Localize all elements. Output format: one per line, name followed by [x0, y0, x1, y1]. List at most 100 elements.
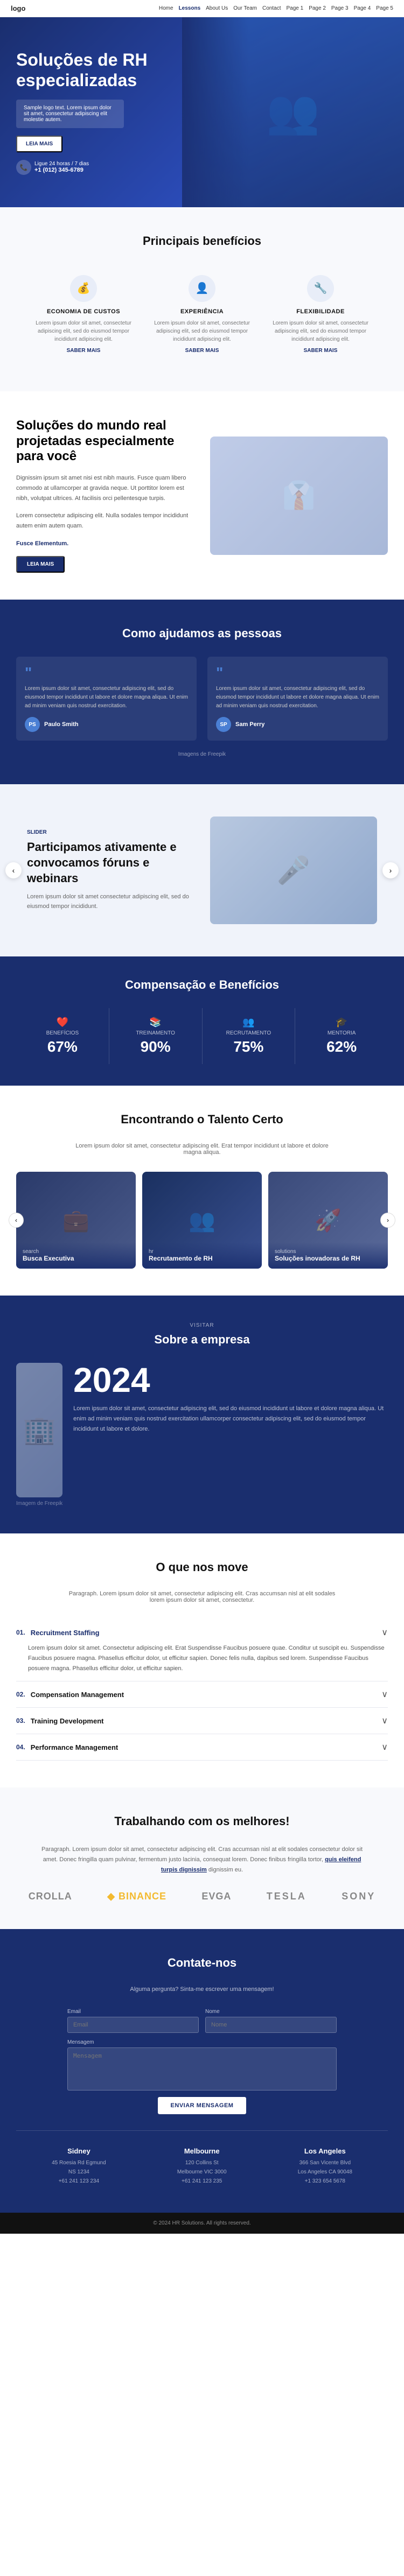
talent-card-2: 🚀 solutions Soluções inovadoras de RH — [268, 1172, 388, 1269]
hero-content: Soluções de RH especializadas Sample log… — [16, 50, 189, 175]
stat-item-0: ❤️ Benefícios 67% — [16, 1008, 109, 1064]
benefits-icon: ❤️ — [22, 1017, 103, 1028]
stat-item-1: 📚 Treinamento 90% — [109, 1008, 203, 1064]
nav-about[interactable]: About Us — [206, 5, 228, 11]
accordion-body-0: Lorem ipsum dolor sit amet. Consectetur … — [16, 1638, 388, 1673]
send-message-button[interactable]: ENVIAR MENSAGEM — [158, 2097, 247, 2114]
office-addr-1: 120 Collins StMelbourne VIC 3000+61 241 … — [177, 2158, 227, 2186]
nav-page3[interactable]: Page 3 — [331, 5, 349, 11]
talent-next-button[interactable]: › — [380, 1213, 395, 1228]
stat-value-0: 67% — [22, 1038, 103, 1055]
mentoring-icon: 🎓 — [301, 1017, 382, 1028]
faq-section: O que nos move Paragraph. Lorem ipsum do… — [0, 1533, 404, 1787]
solutions-image: 👔 — [210, 437, 388, 555]
quote-mark-0: " — [25, 665, 188, 680]
benefit-link-0[interactable]: SABER MAIS — [35, 348, 132, 354]
accordion-num-0: 01. — [16, 1629, 25, 1636]
accordion-header-3[interactable]: 04. Performance Management ∨ — [16, 1742, 388, 1752]
partners-link[interactable]: quis eleifend turpis dignissim — [161, 1856, 361, 1873]
message-input[interactable] — [67, 2047, 337, 2091]
email-field-wrapper: Email — [67, 2009, 199, 2033]
benefit-link-2[interactable]: SABER MAIS — [272, 348, 369, 354]
faq-desc: Paragraph. Lorem ipsum dolor sit amet, c… — [67, 1590, 337, 1603]
about-year: 2024 — [73, 1363, 388, 1397]
talent-desc: Lorem ipsum dolor sit amet, consectetur … — [67, 1143, 337, 1156]
talent-card-label-1: hr — [149, 1249, 255, 1255]
talent-title: Encontrando o Talento Certo — [16, 1113, 388, 1127]
training-icon: 📚 — [115, 1017, 197, 1028]
forums-label: slider — [27, 829, 194, 835]
forums-next-button[interactable]: › — [382, 862, 399, 878]
talent-cards-wrapper: ‹ 💼 search Busca Executiva 👥 hr Recrutam… — [16, 1172, 388, 1269]
stat-label-2: Recrutamento — [208, 1030, 290, 1036]
stat-value-1: 90% — [115, 1038, 197, 1055]
contact-desc: Alguma pergunta? Sinta-me escrever uma m… — [16, 1986, 388, 1993]
message-field-wrapper: Mensagem — [67, 2039, 337, 2091]
author-name-0: Paulo Smith — [44, 721, 79, 728]
accordion-num-2: 03. — [16, 1717, 25, 1725]
benefit-card-0: 💰 Economia de Custos Lorem ipsum dolor s… — [30, 264, 137, 364]
name-field-wrapper: Nome — [205, 2009, 337, 2033]
hero-title: Soluções de RH especializadas — [16, 50, 189, 91]
solutions-section: Soluções do mundo real projetadas especi… — [0, 391, 404, 600]
nav-logo: logo — [11, 4, 25, 12]
stat-label-1: Treinamento — [115, 1030, 197, 1036]
phone-icon: 📞 — [16, 160, 31, 175]
avatar-0: PS — [25, 717, 40, 732]
solutions-text-2: Lorem consectetur adipiscing elit. Nulla… — [16, 511, 194, 531]
benefit-text-0: Lorem ipsum dolor sit amet, consectetur … — [35, 319, 132, 343]
talent-card-overlay-2: solutions Soluções inovadoras de RH — [268, 1242, 388, 1269]
quote-mark-1: " — [216, 665, 379, 680]
benefit-card-2: 🔧 Flexibilidade Lorem ipsum dolor sit am… — [267, 264, 374, 364]
forums-text: slider Participamos ativamente e convoca… — [27, 829, 194, 911]
testimonial-1: " Lorem ipsum dolor sit amet, consectetu… — [207, 657, 388, 741]
nav-page4[interactable]: Page 4 — [354, 5, 371, 11]
accordion-header-2[interactable]: 03. Training Development ∨ — [16, 1715, 388, 1726]
stat-value-2: 75% — [208, 1038, 290, 1055]
benefit-card-1: 👤 Experiência Lorem ipsum dolor sit amet… — [148, 264, 256, 364]
about-section: VISITAR Sobre a empresa 🏢 Imagem de Free… — [0, 1296, 404, 1533]
benefits-section: Principais benefícios 💰 Economia de Cust… — [0, 207, 404, 391]
message-label: Mensagem — [67, 2039, 337, 2045]
nav-page1[interactable]: Page 1 — [286, 5, 303, 11]
partner-binance: ◆ BINANCE — [107, 1891, 166, 1902]
hero-phone-number: +1 (012) 345-6789 — [34, 167, 89, 173]
about-image: 🏢 — [16, 1363, 62, 1497]
benefit-title-0: Economia de Custos — [35, 308, 132, 315]
name-label: Nome — [205, 2009, 337, 2015]
email-input[interactable] — [67, 2017, 199, 2033]
benefit-icon-0: 💰 — [70, 275, 97, 302]
accordion-item-2: 03. Training Development ∨ — [16, 1708, 388, 1734]
talent-card-title-2: Soluções inovadoras de RH — [275, 1255, 381, 1262]
nav-team[interactable]: Our Team — [233, 5, 257, 11]
solutions-cta-button[interactable]: LEIA MAIS — [16, 556, 65, 573]
accordion-header-1[interactable]: 02. Compensation Management ∨ — [16, 1689, 388, 1700]
hero-section: Soluções de RH especializadas Sample log… — [0, 17, 404, 207]
talent-prev-button[interactable]: ‹ — [9, 1213, 24, 1228]
office-sidney: Sidney 45 Roesia Rd EgmundNS 1234+61 241… — [52, 2147, 106, 2186]
benefits-grid: 💰 Economia de Custos Lorem ipsum dolor s… — [16, 264, 388, 364]
contact-title: Contate-nos — [16, 1956, 388, 1970]
email-label: Email — [67, 2009, 199, 2015]
accordion-title-2: Training Development — [31, 1717, 382, 1725]
benefit-link-1[interactable]: SABER MAIS — [154, 348, 250, 354]
nav-page5[interactable]: Page 5 — [376, 5, 393, 11]
accordion-num-1: 02. — [16, 1691, 25, 1698]
hero-cta-button[interactable]: LEIA MAIS — [16, 136, 62, 152]
testimonial-author-0: PS Paulo Smith — [25, 717, 188, 732]
forums-prev-button[interactable]: ‹ — [5, 862, 22, 878]
nav-home[interactable]: Home — [159, 5, 173, 11]
benefit-text-1: Lorem ipsum dolor sit amet, consectetur … — [154, 319, 250, 343]
nav-page2[interactable]: Page 2 — [309, 5, 326, 11]
accordion-item-0: 01. Recruitment Staffing ∨ Lorem ipsum d… — [16, 1620, 388, 1681]
benefit-text-2: Lorem ipsum dolor sit amet, consectetur … — [272, 319, 369, 343]
nav-lessons[interactable]: Lessons — [179, 5, 201, 11]
office-city-0: Sidney — [52, 2147, 106, 2155]
faq-title: O que nos move — [16, 1560, 388, 1574]
name-input[interactable] — [205, 2017, 337, 2033]
accordion-title-1: Compensation Management — [31, 1691, 382, 1699]
accordion-header-0[interactable]: 01. Recruitment Staffing ∨ — [16, 1627, 388, 1638]
nav-contact[interactable]: Contact — [262, 5, 281, 11]
talent-card-overlay-1: hr Recrutamento de RH — [142, 1242, 262, 1269]
testimonial-author-1: SP Sam Perry — [216, 717, 379, 732]
